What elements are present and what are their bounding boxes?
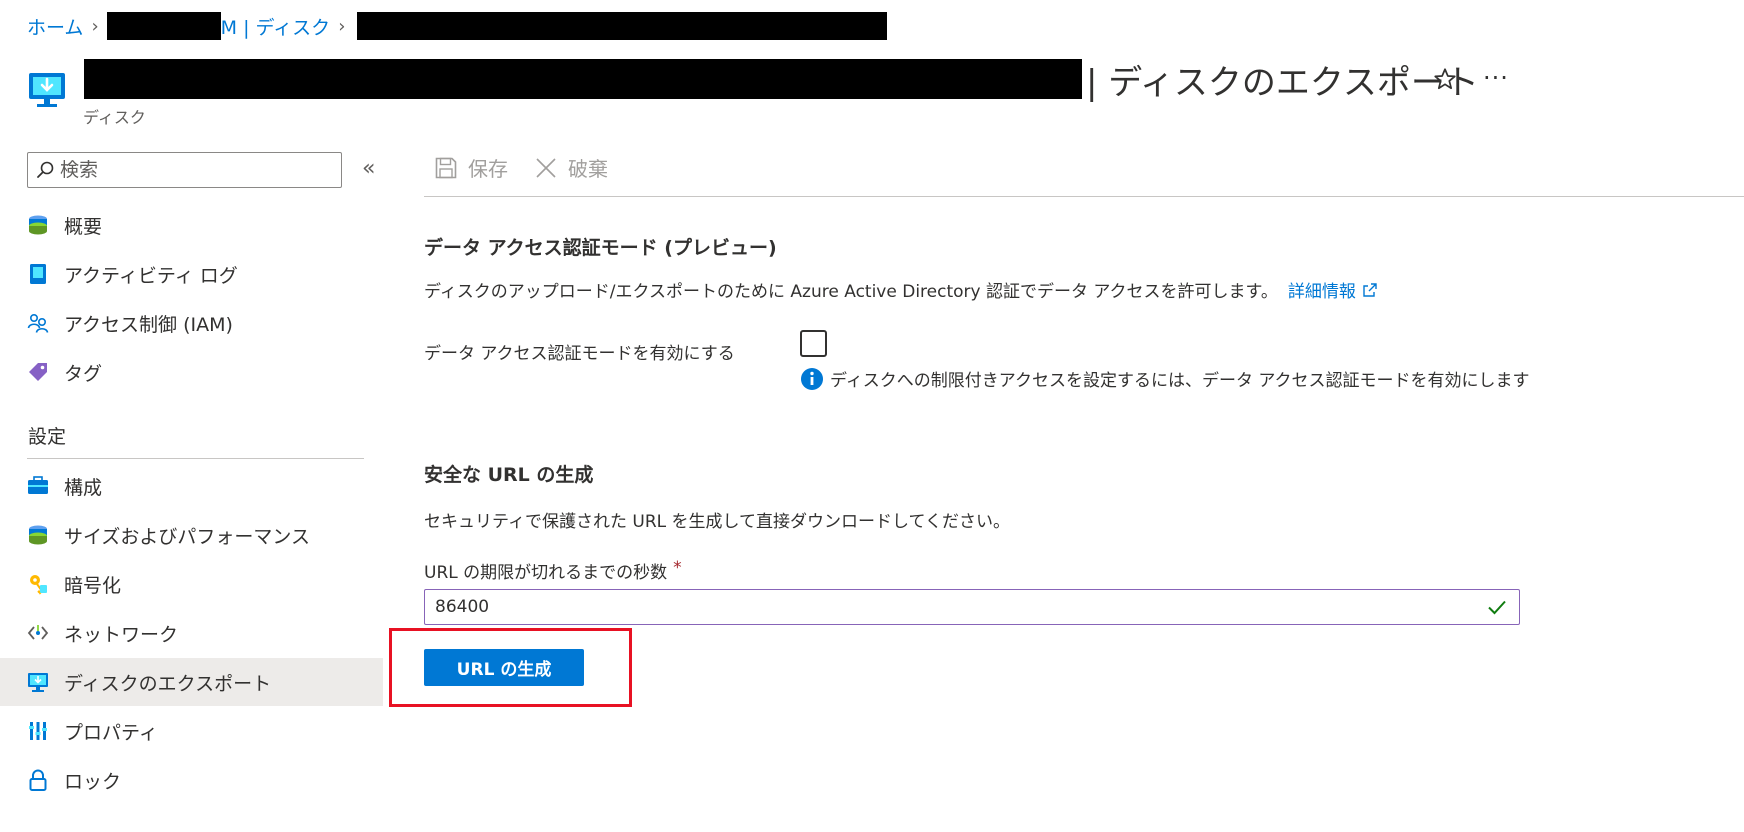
- search-input[interactable]: [60, 159, 330, 181]
- properties-icon: [29, 722, 47, 740]
- save-icon: [435, 157, 457, 178]
- expiry-seconds-field[interactable]: [424, 589, 1520, 625]
- star-icon[interactable]: [1432, 66, 1458, 92]
- sidebar-item-label: プロパティ: [64, 721, 158, 744]
- close-icon: [536, 157, 556, 178]
- breadcrumb-home-link[interactable]: ホーム: [27, 13, 83, 40]
- secure-url-description: セキュリティで保護された URL を生成して直接ダウンロードしてください。: [424, 512, 1010, 532]
- sidebar-item-locks[interactable]: ロック: [0, 756, 383, 804]
- chevron-right-icon: ›: [91, 15, 99, 37]
- overview-icon: [29, 215, 47, 235]
- sidebar-item-properties[interactable]: プロパティ: [0, 707, 383, 755]
- sidebar-search[interactable]: [27, 152, 342, 188]
- redacted-block: [106, 12, 221, 40]
- breadcrumb-resource-link[interactable]: M | ディスク: [221, 13, 331, 40]
- disk-export-icon: [28, 673, 48, 692]
- sidebar-section-settings: 設定: [28, 426, 67, 448]
- data-access-heading: データ アクセス認証モード (プレビュー): [424, 237, 777, 259]
- search-icon: [37, 161, 54, 178]
- secure-url-heading: 安全な URL の生成: [424, 464, 594, 486]
- collapse-sidebar-button[interactable]: «: [362, 156, 375, 181]
- sidebar-item-label: ネットワーク: [64, 623, 179, 646]
- expiry-seconds-input[interactable]: [435, 597, 1485, 617]
- expiry-field-label-row: URL の期限が切れるまでの秒数 *: [424, 558, 682, 583]
- sidebar-item-overview[interactable]: 概要: [0, 201, 383, 249]
- lock-icon: [29, 769, 47, 791]
- command-bar: 保存 破棄: [434, 153, 634, 182]
- sidebar-item-label: 暗号化: [64, 574, 122, 597]
- data-access-description-row: ディスクのアップロード/エクスポートのために Azure Active Dire…: [424, 277, 1378, 302]
- info-icon: [801, 367, 823, 390]
- sidebar-item-disk-export[interactable]: ディスクのエクスポート: [0, 658, 383, 706]
- sidebar-item-label: サイズおよびパフォーマンス: [64, 525, 311, 548]
- size-performance-icon: [29, 525, 47, 545]
- save-button[interactable]: 保存: [434, 153, 508, 182]
- required-marker: *: [673, 558, 682, 578]
- sidebar-item-configuration[interactable]: 構成: [0, 462, 383, 510]
- encryption-icon: [30, 575, 47, 595]
- chevron-right-icon: ›: [338, 15, 346, 37]
- redacted-block: [357, 12, 888, 40]
- sidebar-item-encryption[interactable]: 暗号化: [0, 560, 383, 608]
- learn-more-link[interactable]: 詳細情報: [1288, 277, 1356, 302]
- sidebar-item-size-performance[interactable]: サイズおよびパフォーマンス: [0, 511, 383, 559]
- discard-label: 破棄: [568, 157, 608, 181]
- sidebar-item-label: ロック: [64, 770, 122, 793]
- configuration-icon: [28, 476, 48, 494]
- tag-icon: [29, 363, 47, 381]
- data-access-toggle-label: データ アクセス認証モードを有効にする: [424, 344, 735, 364]
- sidebar-item-networking[interactable]: ネットワーク: [0, 609, 383, 657]
- info-text: ディスクへの制限付きアクセスを設定するには、データ アクセス認証モードを有効にし…: [830, 371, 1530, 391]
- sidebar-item-label: 概要: [64, 215, 103, 238]
- section-divider: [27, 458, 364, 459]
- generate-url-button[interactable]: URL の生成: [424, 649, 584, 686]
- networking-icon: [27, 625, 49, 640]
- disk-export-icon: [29, 73, 65, 107]
- activity-log-icon: [30, 264, 46, 284]
- sidebar-item-label: 構成: [64, 476, 103, 499]
- iam-icon: [27, 313, 49, 333]
- sidebar-item-iam[interactable]: アクセス制御 (IAM): [0, 299, 383, 347]
- expiry-field-label: URL の期限が切れるまでの秒数: [424, 563, 668, 583]
- breadcrumb: ホーム › M | ディスク ›: [27, 12, 888, 40]
- page-title: | ディスクのエクスポート: [1086, 63, 1479, 103]
- sidebar-item-label: ディスクのエクスポート: [64, 672, 272, 695]
- more-icon[interactable]: ···: [1483, 64, 1509, 92]
- sidebar-item-label: タグ: [64, 362, 103, 385]
- data-access-description: ディスクのアップロード/エクスポートのために Azure Active Dire…: [424, 282, 1278, 302]
- checkmark-icon: [1488, 600, 1506, 615]
- data-access-checkbox[interactable]: [800, 330, 827, 357]
- save-label: 保存: [468, 157, 508, 181]
- info-message: ディスクへの制限付きアクセスを設定するには、データ アクセス認証モードを有効にし…: [800, 366, 1530, 391]
- sidebar-item-activity-log[interactable]: アクティビティ ログ: [0, 250, 383, 298]
- external-link-icon[interactable]: [1362, 282, 1378, 298]
- sidebar-item-tags[interactable]: タグ: [0, 348, 383, 396]
- sidebar-item-label: アクセス制御 (IAM): [64, 313, 233, 336]
- sidebar-item-label: アクティビティ ログ: [64, 264, 238, 287]
- discard-button[interactable]: 破棄: [534, 153, 608, 182]
- toolbar-divider: [424, 196, 1744, 197]
- redacted-title-block: [84, 59, 1082, 99]
- page-subtitle: ディスク: [83, 108, 146, 127]
